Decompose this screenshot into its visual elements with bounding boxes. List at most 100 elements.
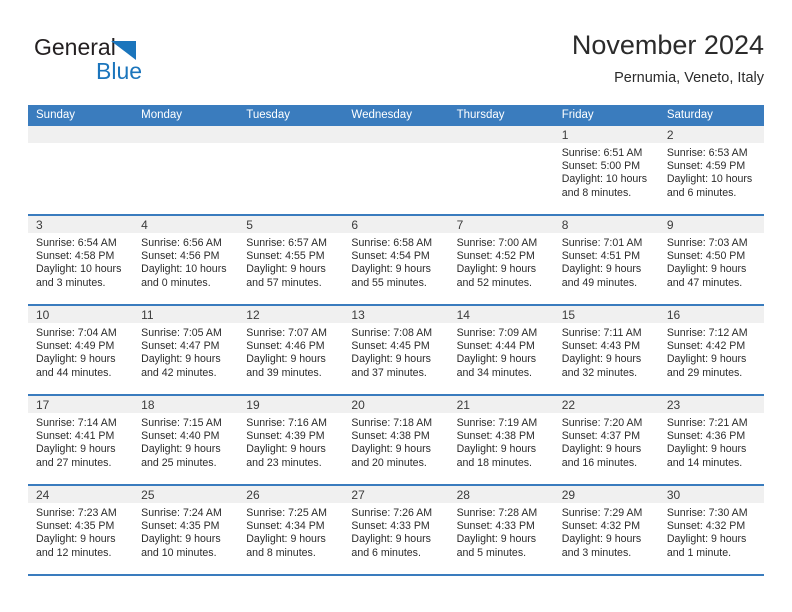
calendar-day-cell[interactable]: 18 Sunrise: 7:15 AM Sunset: 4:40 PM Dayligh…: [133, 396, 239, 484]
daylight-text-line2: and 27 minutes.: [36, 456, 112, 469]
day-number: 4: [141, 218, 148, 232]
daylight-text-line1: Daylight: 9 hours: [351, 263, 431, 276]
day-number: 19: [246, 398, 260, 412]
day-sun-info: Sunrise: 7:29 AM Sunset: 4:32 PM Daylight:…: [554, 503, 659, 560]
sunset-text: Sunset: 4:36 PM: [666, 430, 746, 443]
daylight-text-line2: and 8 minutes.: [561, 186, 632, 199]
calendar-day-cell[interactable]: 13 Sunrise: 7:08 AM Sunset: 4:45 PM Dayligh…: [343, 306, 449, 394]
sunrise-text: Sunrise: 7:05 AM: [141, 327, 222, 339]
calendar-day-cell[interactable]: 10 Sunrise: 7:04 AM Sunset: 4:49 PM Dayligh…: [28, 306, 134, 394]
daylight-text-line2: and 16 minutes.: [561, 456, 638, 469]
day-number-bar: 17: [28, 396, 134, 413]
day-number-bar: 21: [448, 396, 554, 413]
day-number: 17: [36, 398, 50, 412]
sunset-text: Sunset: 4:33 PM: [351, 520, 430, 533]
calendar-day-cell[interactable]: 25 Sunrise: 7:24 AM Sunset: 4:35 PM Dayligh…: [133, 486, 239, 574]
day-sun-info: Sunrise: 7:09 AM Sunset: 4:44 PM Daylight:…: [449, 323, 554, 380]
calendar-day-cell[interactable]: 28 Sunrise: 7:28 AM Sunset: 4:33 PM Dayligh…: [448, 486, 554, 574]
day-sun-info: Sunrise: 6:54 AM Sunset: 4:58 PM Daylight:…: [28, 233, 133, 290]
day-number-bar: [28, 126, 134, 143]
sunset-text: Sunset: 4:43 PM: [561, 340, 641, 353]
day-sun-info: Sunrise: 7:21 AM Sunset: 4:36 PM Daylight:…: [659, 413, 764, 470]
day-number: 29: [561, 488, 576, 502]
calendar-day-cell[interactable]: 7 Sunrise: 7:00 AM Sunset: 4:52 PM Daylight…: [448, 216, 554, 304]
day-number-bar: 12: [238, 306, 344, 323]
daylight-text-line2: and 37 minutes.: [351, 366, 427, 379]
sunset-text: Sunset: 4:38 PM: [456, 430, 535, 443]
sunrise-text: Sunrise: 7:20 AM: [561, 417, 643, 429]
calendar-day-cell[interactable]: 22 Sunrise: 7:20 AM Sunset: 4:37 PM Dayligh…: [553, 396, 659, 484]
sunset-text: Sunset: 4:52 PM: [456, 250, 535, 263]
sunrise-text: Sunrise: 7:21 AM: [666, 417, 748, 429]
sunrise-text: Sunrise: 6:53 AM: [666, 147, 748, 159]
calendar-day-cell[interactable]: 12 Sunrise: 7:07 AM Sunset: 4:46 PM Dayligh…: [238, 306, 344, 394]
calendar-day-cell-empty: [448, 126, 554, 214]
daylight-text-line1: Daylight: 9 hours: [456, 443, 537, 456]
calendar-day-cell[interactable]: 21 Sunrise: 7:19 AM Sunset: 4:38 PM Dayligh…: [448, 396, 554, 484]
sunset-text: Sunset: 4:41 PM: [36, 430, 115, 443]
sunrise-text: Sunrise: 7:01 AM: [561, 237, 643, 249]
sunrise-text: Sunrise: 6:51 AM: [561, 147, 643, 159]
sunrise-text: Sunrise: 7:19 AM: [456, 417, 538, 429]
calendar-day-cell[interactable]: 20 Sunrise: 7:18 AM Sunset: 4:38 PM Dayligh…: [343, 396, 449, 484]
day-sun-info: Sunrise: 7:05 AM Sunset: 4:47 PM Daylight:…: [133, 323, 238, 380]
day-number: 30: [666, 488, 681, 502]
day-number: 1: [561, 128, 569, 142]
daylight-text-line1: Daylight: 9 hours: [666, 533, 747, 546]
calendar-day-cell[interactable]: 6 Sunrise: 6:58 AM Sunset: 4:54 PM Daylight…: [343, 216, 449, 304]
sunset-text: Sunset: 4:51 PM: [561, 250, 641, 263]
day-number: 11: [141, 308, 154, 322]
calendar-day-cell[interactable]: 8 Sunrise: 7:01 AM Sunset: 4:51 PM Daylight…: [553, 216, 659, 304]
calendar-day-cell[interactable]: 29 Sunrise: 7:29 AM Sunset: 4:32 PM Dayligh…: [553, 486, 659, 574]
calendar-day-cell[interactable]: 11 Sunrise: 7:05 AM Sunset: 4:47 PM Dayligh…: [133, 306, 239, 394]
daylight-text-line1: Daylight: 9 hours: [36, 533, 116, 546]
day-sun-info: Sunrise: 6:57 AM Sunset: 4:55 PM Daylight:…: [238, 233, 343, 290]
daylight-text-line1: Daylight: 9 hours: [141, 353, 221, 366]
day-number-bar: 29: [553, 486, 659, 503]
calendar-day-cell[interactable]: 15 Sunrise: 7:11 AM Sunset: 4:43 PM Dayligh…: [553, 306, 659, 394]
sunrise-text: Sunrise: 7:04 AM: [36, 327, 117, 339]
calendar-day-cell[interactable]: 3 Sunrise: 6:54 AM Sunset: 4:58 PM Daylight…: [28, 216, 134, 304]
daylight-text-line2: and 55 minutes.: [351, 276, 427, 289]
calendar-day-cell[interactable]: 19 Sunrise: 7:16 AM Sunset: 4:39 PM Dayligh…: [238, 396, 344, 484]
daylight-text-line2: and 20 minutes.: [351, 456, 427, 469]
daylight-text-line1: Daylight: 9 hours: [141, 533, 221, 546]
sunrise-text: Sunrise: 7:26 AM: [351, 507, 433, 519]
calendar-day-cell[interactable]: 30 Sunrise: 7:30 AM Sunset: 4:32 PM Dayligh…: [658, 486, 764, 574]
daylight-text-line2: and 12 minutes.: [36, 546, 112, 559]
calendar-day-cell[interactable]: 5 Sunrise: 6:57 AM Sunset: 4:55 PM Daylight…: [238, 216, 344, 304]
brand-logo[interactable]: General Blue: [34, 34, 204, 84]
calendar-day-cell[interactable]: 17 Sunrise: 7:14 AM Sunset: 4:41 PM Dayligh…: [28, 396, 134, 484]
day-number: 6: [351, 218, 359, 232]
daylight-text-line1: Daylight: 9 hours: [561, 263, 642, 276]
calendar-day-cell[interactable]: 27 Sunrise: 7:26 AM Sunset: 4:33 PM Dayligh…: [343, 486, 449, 574]
daylight-text-line2: and 18 minutes.: [456, 456, 532, 469]
calendar-day-cell[interactable]: 2 Sunrise: 6:53 AM Sunset: 4:59 PM Daylight…: [658, 126, 764, 214]
day-number: 27: [351, 488, 365, 502]
daylight-text-line2: and 3 minutes.: [36, 276, 106, 289]
day-number: 16: [666, 308, 681, 322]
day-number-bar: 3: [28, 216, 134, 233]
weekday-header-monday: Monday: [141, 109, 183, 121]
calendar-day-cell[interactable]: 4 Sunrise: 6:56 AM Sunset: 4:56 PM Daylight…: [133, 216, 239, 304]
daylight-text-line2: and 52 minutes.: [456, 276, 532, 289]
calendar-day-cell[interactable]: 1 Sunrise: 6:51 AM Sunset: 5:00 PM Daylight…: [553, 126, 659, 214]
calendar-day-cell[interactable]: 14 Sunrise: 7:09 AM Sunset: 4:44 PM Dayligh…: [448, 306, 554, 394]
sunrise-text: Sunrise: 7:28 AM: [456, 507, 538, 519]
day-number: 25: [141, 488, 155, 502]
daylight-text-line2: and 8 minutes.: [246, 546, 316, 559]
calendar-day-cell[interactable]: 23 Sunrise: 7:21 AM Sunset: 4:36 PM Dayligh…: [658, 396, 764, 484]
daylight-text-line1: Daylight: 10 hours: [36, 263, 122, 276]
calendar-week-row: 1 Sunrise: 6:51 AM Sunset: 5:00 PM Daylight…: [28, 126, 764, 216]
sunset-text: Sunset: 4:54 PM: [351, 250, 430, 263]
day-number-bar: 24: [28, 486, 134, 503]
calendar-day-cell[interactable]: 16 Sunrise: 7:12 AM Sunset: 4:42 PM Dayligh…: [658, 306, 764, 394]
day-sun-info: Sunrise: 6:58 AM Sunset: 4:54 PM Daylight:…: [343, 233, 448, 290]
calendar-day-cell[interactable]: 24 Sunrise: 7:23 AM Sunset: 4:35 PM Dayligh…: [28, 486, 134, 574]
calendar-day-cell[interactable]: 26 Sunrise: 7:25 AM Sunset: 4:34 PM Dayligh…: [238, 486, 344, 574]
calendar-day-cell[interactable]: 9 Sunrise: 7:03 AM Sunset: 4:50 PM Daylight…: [658, 216, 764, 304]
sunset-text: Sunset: 4:32 PM: [666, 520, 746, 533]
daylight-text-line2: and 3 minutes.: [561, 546, 632, 559]
daylight-text-line1: Daylight: 9 hours: [36, 353, 116, 366]
day-number: 15: [561, 308, 576, 322]
